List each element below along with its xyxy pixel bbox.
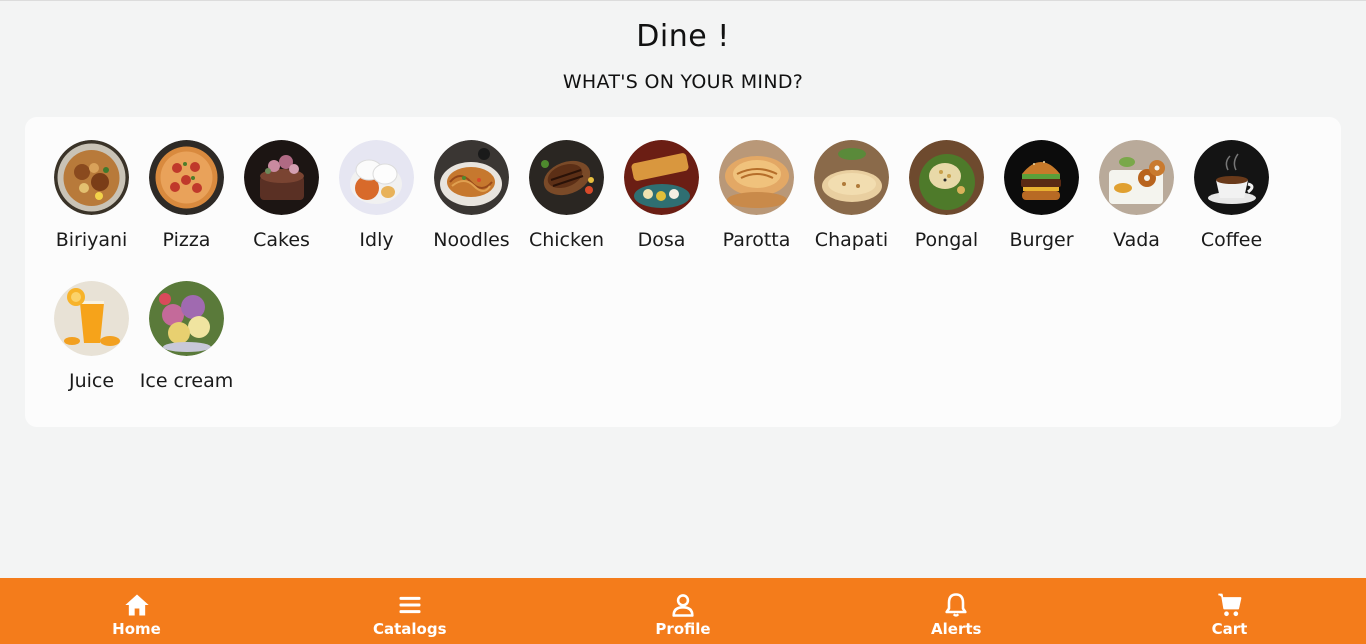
nav-label: Cart xyxy=(1211,619,1248,638)
category-biriyani[interactable]: Biriyani xyxy=(44,140,139,281)
nav-label: Alerts xyxy=(931,619,982,638)
nav-catalogs[interactable]: Catalogs xyxy=(273,578,546,644)
bottom-nav: Home Catalogs Profile Alerts Cart xyxy=(0,578,1366,644)
dosa-image xyxy=(624,140,699,215)
category-label: Noodles xyxy=(433,229,510,251)
nav-profile[interactable]: Profile xyxy=(547,578,820,644)
category-chapati[interactable]: Chapati xyxy=(804,140,899,281)
category-label: Cakes xyxy=(253,229,310,251)
category-panel: Biriyani Pizza Cakes Idly Noodles Chicke… xyxy=(25,117,1341,427)
category-vada[interactable]: Vada xyxy=(1089,140,1184,281)
app-title: Dine ! xyxy=(636,19,730,54)
ice-cream-image xyxy=(149,281,224,356)
category-burger[interactable]: Burger xyxy=(994,140,1089,281)
category-label: Ice cream xyxy=(139,370,234,392)
pizza-image xyxy=(149,140,224,215)
burger-image xyxy=(1004,140,1079,215)
parotta-image xyxy=(719,140,794,215)
category-grid: Biriyani Pizza Cakes Idly Noodles Chicke… xyxy=(44,140,1334,422)
category-pizza[interactable]: Pizza xyxy=(139,140,234,281)
category-label: Biriyani xyxy=(55,229,128,251)
category-label: Juice xyxy=(68,370,115,392)
category-pongal[interactable]: Pongal xyxy=(899,140,994,281)
category-label: Dosa xyxy=(637,229,686,251)
category-idly[interactable]: Idly xyxy=(329,140,424,281)
category-noodles[interactable]: Noodles xyxy=(424,140,519,281)
section-subtitle: WHAT'S ON YOUR MIND? xyxy=(562,71,804,93)
noodles-image xyxy=(434,140,509,215)
nav-cart[interactable]: Cart xyxy=(1093,578,1366,644)
category-label: Idly xyxy=(359,229,394,251)
bell-icon xyxy=(942,591,970,619)
idly-image xyxy=(339,140,414,215)
category-label: Pizza xyxy=(162,229,211,251)
category-label: Chicken xyxy=(528,229,605,251)
category-cakes[interactable]: Cakes xyxy=(234,140,329,281)
category-label: Burger xyxy=(1009,229,1074,251)
nav-alerts[interactable]: Alerts xyxy=(820,578,1093,644)
home-icon xyxy=(123,591,151,619)
chicken-image xyxy=(529,140,604,215)
user-icon xyxy=(669,591,697,619)
category-ice-cream[interactable]: Ice cream xyxy=(139,281,234,422)
chapati-image xyxy=(814,140,889,215)
cart-icon xyxy=(1216,591,1244,619)
vada-image xyxy=(1099,140,1174,215)
category-dosa[interactable]: Dosa xyxy=(614,140,709,281)
category-label: Pongal xyxy=(914,229,979,251)
cakes-image xyxy=(244,140,319,215)
biriyani-image xyxy=(54,140,129,215)
juice-image xyxy=(54,281,129,356)
menu-icon xyxy=(396,591,424,619)
category-label: Chapati xyxy=(814,229,889,251)
nav-home[interactable]: Home xyxy=(0,578,273,644)
category-juice[interactable]: Juice xyxy=(44,281,139,422)
pongal-image xyxy=(909,140,984,215)
category-parotta[interactable]: Parotta xyxy=(709,140,804,281)
category-label: Parotta xyxy=(722,229,791,251)
nav-label: Home xyxy=(112,619,161,638)
category-coffee[interactable]: Coffee xyxy=(1184,140,1279,281)
category-label: Vada xyxy=(1113,229,1160,251)
coffee-image xyxy=(1194,140,1269,215)
nav-label: Profile xyxy=(655,619,711,638)
category-chicken[interactable]: Chicken xyxy=(519,140,614,281)
category-label: Coffee xyxy=(1200,229,1263,251)
nav-label: Catalogs xyxy=(372,619,447,638)
